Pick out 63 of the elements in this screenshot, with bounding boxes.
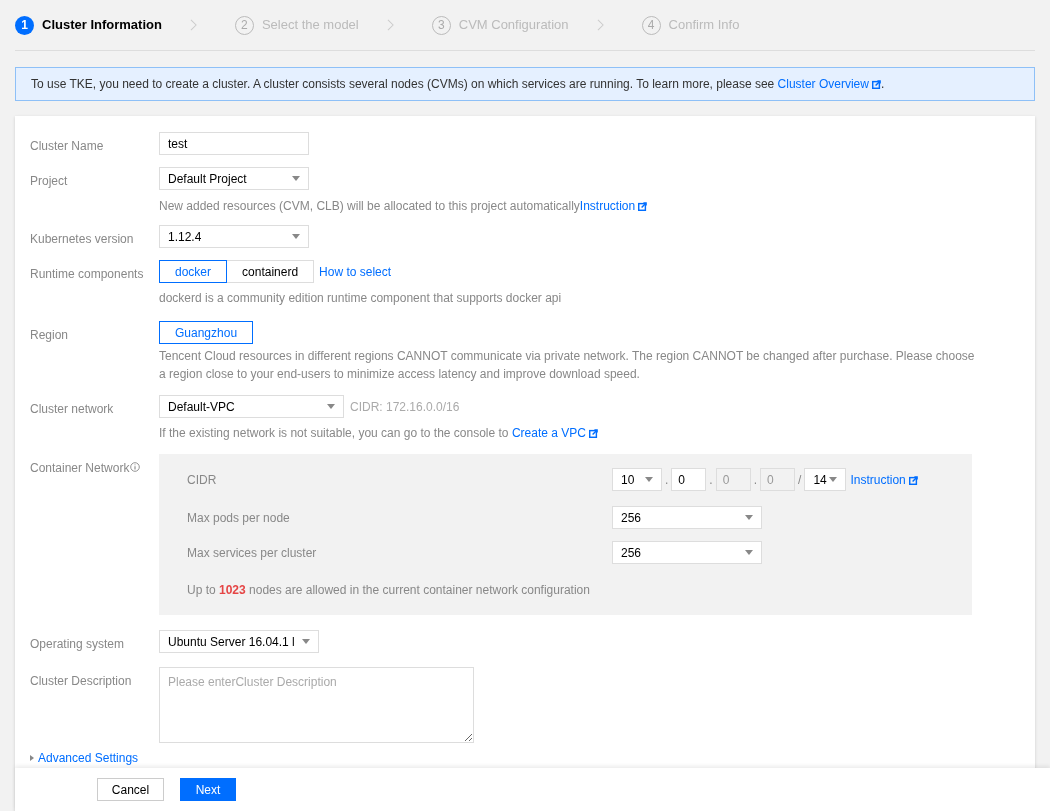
description-field[interactable]: Please enterCluster Description [159, 667, 474, 743]
cancel-button[interactable]: Cancel [97, 778, 164, 801]
field-label: Cluster Description [30, 673, 132, 690]
select-field[interactable]: 10 [612, 468, 662, 491]
cidr-text: CIDR: 172.16.0.0/16 [350, 398, 460, 416]
separator-text: . [753, 471, 758, 489]
field-label: Operating system [30, 636, 125, 653]
help-text: New added resources (CVM, CLB) will be allocated to this project automaticallyInstruction [159, 197, 648, 215]
separator-text: . [709, 471, 713, 489]
next-button[interactable]: Next [180, 778, 236, 801]
help-text: If the existing network is not suitable, you can go to the console to Create a VPC [159, 424, 598, 442]
select-field[interactable]: Default Project [159, 167, 309, 190]
create-vpc-link[interactable]: Create a VPC [511, 426, 598, 440]
help-text: dockerd is a community edition runtime component that supports docker api [159, 290, 562, 307]
external-link-icon [588, 429, 598, 439]
caret-icon [302, 639, 310, 644]
external-link-icon [871, 80, 881, 90]
select-field[interactable]: Ubuntu Server 16.04.1 l [159, 630, 319, 653]
runtime-option[interactable]: containerd [226, 260, 315, 283]
select-field[interactable]: Default-VPC [159, 395, 344, 418]
octet-field: 0 [760, 468, 796, 491]
chevron-icon [386, 19, 394, 31]
cluster-overview-link[interactable]: Cluster Overview [777, 77, 881, 91]
field-label: Max services per cluster [187, 544, 318, 562]
field-label: CIDR [187, 471, 218, 489]
help-text: Tencent Cloud resources in different regions CANNOT communicate via private network. The region CANNOT be changed after purchase. Please choose a region close to your end-users to minimize access latency and improve download speed. [159, 348, 976, 383]
info-icon [130, 462, 141, 472]
runtime-option[interactable]: docker [159, 260, 228, 283]
field-label: Cluster Name [30, 138, 104, 155]
octet-field[interactable]: 0 [671, 468, 707, 491]
field-label: Container Network [30, 460, 130, 477]
field-label: Project [30, 173, 68, 190]
select-field[interactable]: 14 [804, 468, 847, 491]
field-label: Cluster network [30, 401, 114, 418]
caret-icon [829, 477, 838, 482]
cluster-name-field[interactable]: test [159, 132, 309, 155]
select-field[interactable]: 1.12.4 [159, 225, 309, 248]
how-to-select-link[interactable]: How to select [319, 262, 392, 281]
separator-text: / [798, 471, 802, 489]
caret-icon [292, 176, 300, 181]
node-limit-text: Up to 1023 nodes are allowed in the current container network configuration [187, 582, 591, 599]
advanced-settings-toggle[interactable]: Advanced Settings [30, 749, 139, 767]
instruction-link[interactable]: Instruction [579, 199, 648, 213]
select-field[interactable]: 256 [612, 506, 762, 529]
region-option[interactable]: Guangzhou [159, 321, 254, 344]
caret-icon [745, 515, 753, 520]
instruction-link[interactable]: Instruction [850, 470, 918, 489]
info-text: To use TKE, you need to create a cluster. A cluster consists several nodes (CVMs) on which services are running. To learn more, please see Cluster Overview . [31, 76, 885, 93]
separator-text: . [665, 471, 669, 489]
select-field[interactable]: 256 [612, 541, 762, 564]
field-label: Kubernetes version [30, 231, 134, 248]
chevron-icon [596, 19, 604, 31]
caret-icon [645, 477, 653, 482]
field-label: Runtime components [30, 266, 144, 283]
caret-icon [292, 234, 300, 239]
caret-icon [327, 404, 335, 409]
field-label: Max pods per node [187, 509, 291, 527]
octet-field: 0 [715, 468, 751, 491]
external-link-icon [908, 475, 918, 485]
external-link-icon [638, 202, 648, 212]
caret-icon [745, 550, 753, 555]
field-label: Region [30, 327, 69, 344]
chevron-icon [189, 19, 197, 31]
